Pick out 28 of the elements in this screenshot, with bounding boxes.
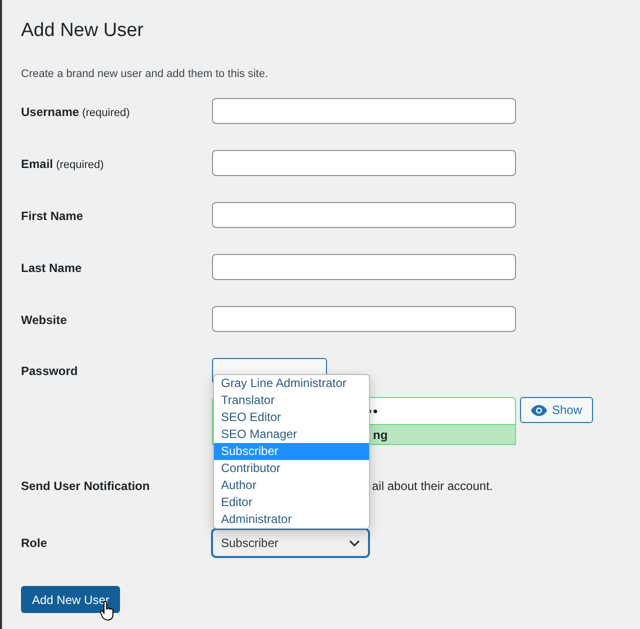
field-label: Email (required) (21, 156, 104, 170)
role-option[interactable]: SEO Editor (214, 409, 369, 426)
text-field[interactable] (212, 150, 516, 176)
field-label: Send User Notification (21, 479, 151, 493)
show-password-button[interactable]: Show (520, 397, 594, 423)
role-option[interactable]: Gray Line Administrator (214, 375, 369, 392)
field-label: Website (21, 312, 67, 326)
notification-text: ail about their account. (372, 479, 493, 493)
page-description: Create a brand new user and add them to this site. (21, 67, 270, 82)
field-label: Username (required) (21, 104, 130, 118)
eye-icon (531, 404, 547, 416)
role-option[interactable]: Author (214, 477, 369, 494)
role-option[interactable]: Administrator (214, 511, 369, 528)
text-field[interactable] (212, 202, 516, 228)
text-field[interactable] (212, 98, 516, 124)
field-label: First Name (21, 208, 84, 222)
role-option[interactable]: SEO Manager (214, 426, 369, 443)
page-title: Add New User (21, 19, 144, 43)
text-field[interactable] (212, 254, 516, 280)
field-label: Password (21, 363, 79, 378)
chevron-icon (349, 540, 360, 546)
text-field[interactable] (212, 306, 516, 332)
field-label: Role (21, 536, 48, 550)
role-option[interactable]: Contributor (214, 460, 369, 477)
field-label: Last Name (21, 260, 82, 274)
role-option[interactable]: Editor (214, 494, 369, 511)
role-option[interactable]: Translator (214, 392, 369, 409)
role-select[interactable]: Subscriber (212, 529, 369, 557)
